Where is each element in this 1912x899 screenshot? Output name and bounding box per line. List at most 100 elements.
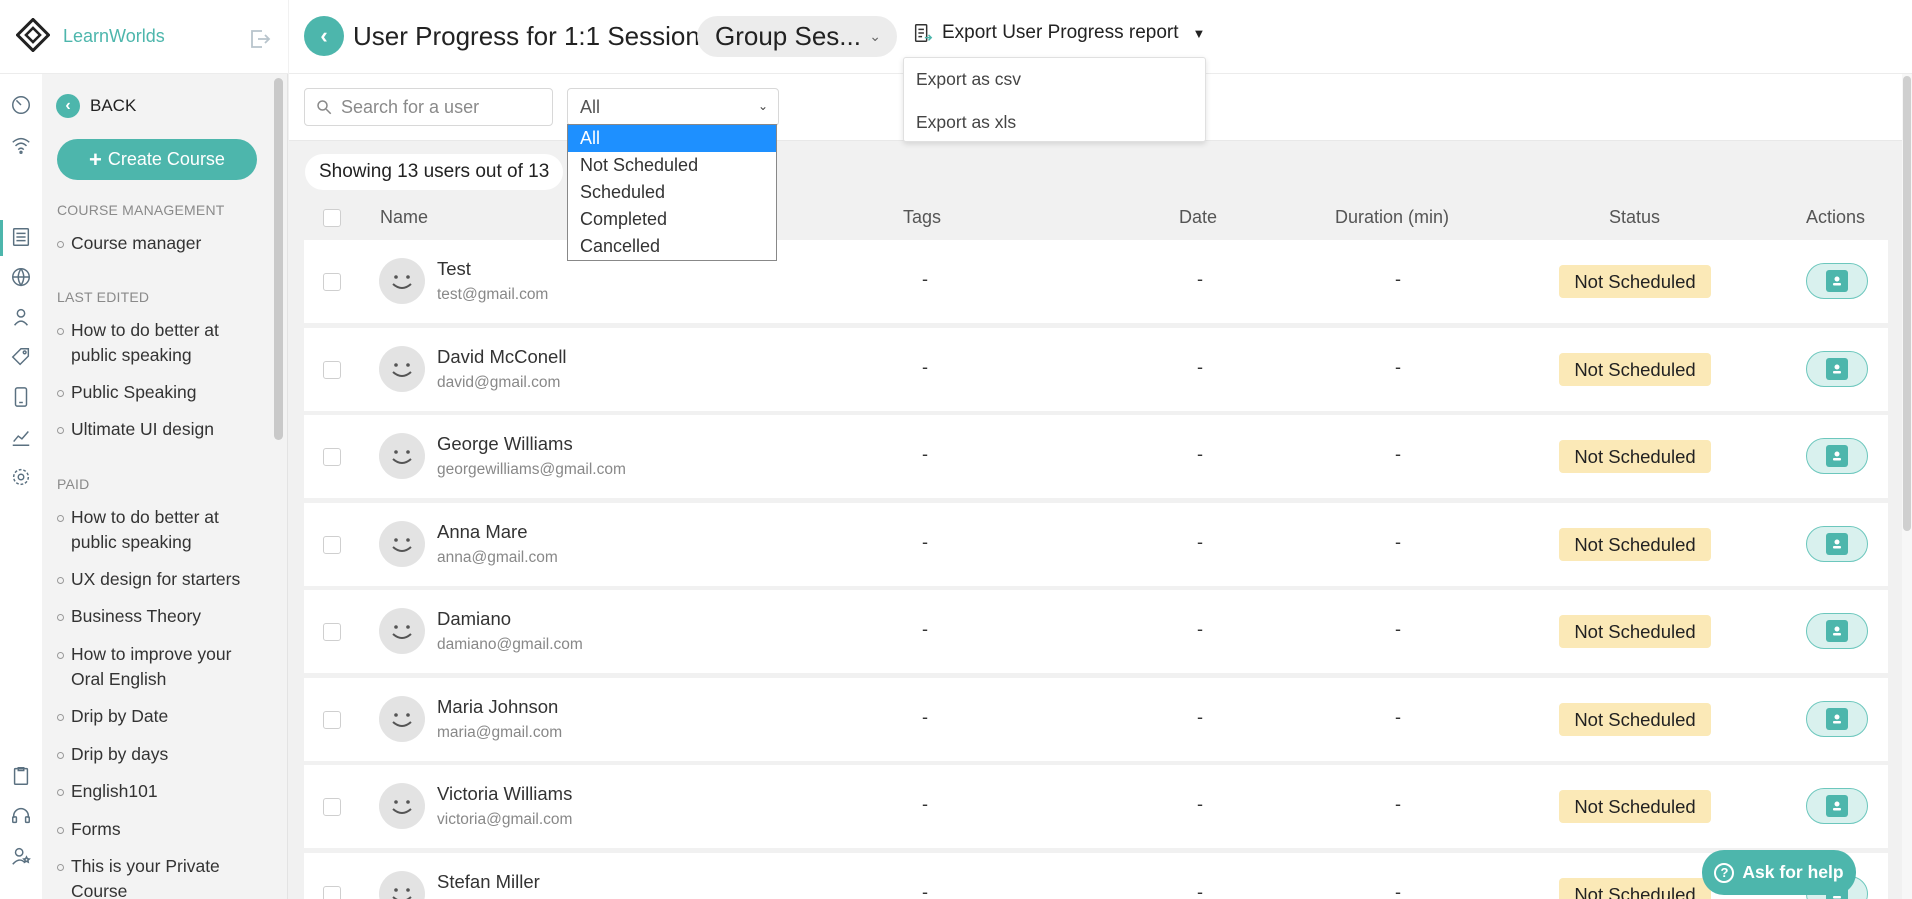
tag-icon[interactable]	[9, 345, 33, 369]
create-course-button[interactable]: + Create Course	[57, 139, 257, 180]
table-row[interactable]: Victoria Williams victoria@gmail.com - - - No…	[304, 765, 1888, 848]
status-filter-value: All	[580, 96, 601, 117]
row-checkbox[interactable]	[323, 711, 341, 729]
tags-cell: -	[922, 357, 928, 377]
export-csv-option[interactable]: Export as csv	[916, 69, 1021, 90]
sidebar-item-course[interactable]: This is your Private Course	[57, 854, 267, 899]
page-title: User Progress for 1:1 Session	[353, 21, 700, 51]
sidebar-item-course[interactable]: How to do better at public speaking	[57, 318, 267, 368]
table-row[interactable]: Anna Mare anna@gmail.com - - - Not Scheduled	[304, 503, 1888, 586]
status-option-cancelled[interactable]: Cancelled	[568, 233, 776, 260]
tags-cell: -	[922, 269, 928, 289]
globe-icon[interactable]	[9, 265, 33, 289]
table-row[interactable]: Stefan Miller - - - Not Scheduled	[304, 853, 1888, 899]
sidebar-item-course[interactable]: Drip by Date	[57, 704, 267, 729]
users-icon[interactable]	[9, 305, 33, 329]
user-name[interactable]: George Williams	[437, 433, 573, 455]
group-session-select[interactable]: Group Ses... ⌄	[697, 16, 897, 57]
gear-icon[interactable]	[9, 465, 33, 489]
column-duration[interactable]: Duration (min)	[1335, 207, 1449, 228]
column-date[interactable]: Date	[1179, 207, 1217, 228]
profile-card-icon	[1826, 795, 1848, 817]
table-row[interactable]: David McConell david@gmail.com - - - Not Sche…	[304, 328, 1888, 411]
view-progress-button[interactable]	[1806, 788, 1868, 824]
icon-rail	[0, 0, 42, 899]
row-checkbox[interactable]	[323, 623, 341, 641]
chart-icon[interactable]	[9, 425, 33, 449]
ask-for-help-button[interactable]: ? Ask for help	[1702, 850, 1856, 895]
status-badge: Not Scheduled	[1559, 440, 1711, 473]
export-xls-option[interactable]: Export as xls	[916, 112, 1016, 133]
sidebar-item-course-manager[interactable]: Course manager	[57, 231, 267, 256]
user-name[interactable]: Victoria Williams	[437, 783, 572, 805]
status-option-completed[interactable]: Completed	[568, 206, 776, 233]
headset-icon[interactable]	[9, 804, 33, 828]
column-name[interactable]: Name	[380, 207, 428, 228]
row-checkbox[interactable]	[323, 536, 341, 554]
status-option-scheduled[interactable]: Scheduled	[568, 179, 776, 206]
sidebar-item-course[interactable]: Forms	[57, 817, 267, 842]
wifi-icon[interactable]	[9, 133, 33, 157]
back-label: BACK	[90, 96, 137, 115]
column-tags[interactable]: Tags	[903, 207, 941, 228]
date-cell: -	[1197, 707, 1203, 727]
sidebar-item-course[interactable]: Ultimate UI design	[57, 417, 267, 442]
row-checkbox[interactable]	[323, 448, 341, 466]
sidebar-item-course[interactable]: How to do better at public speaking	[57, 505, 267, 555]
status-option-not-scheduled[interactable]: Not Scheduled	[568, 152, 776, 179]
user-name[interactable]: Maria Johnson	[437, 696, 558, 718]
user-name[interactable]: David McConell	[437, 346, 567, 368]
chevron-left-icon: ‹	[320, 23, 328, 48]
view-progress-button[interactable]	[1806, 613, 1868, 649]
status-badge: Not Scheduled	[1559, 353, 1711, 386]
row-checkbox[interactable]	[323, 273, 341, 291]
row-checkbox[interactable]	[323, 886, 341, 899]
logo-icon[interactable]	[15, 17, 51, 53]
table-row[interactable]: Damiano damiano@gmail.com - - - Not Scheduled	[304, 590, 1888, 673]
sidebar-item-course[interactable]: Public Speaking	[57, 380, 267, 405]
column-status[interactable]: Status	[1609, 207, 1660, 228]
user-name[interactable]: Stefan Miller	[437, 871, 540, 893]
export-report-button[interactable]: Export User Progress report ▼	[912, 22, 1205, 44]
user-name[interactable]: Anna Mare	[437, 521, 528, 543]
sidebar-item-course[interactable]: English101	[57, 779, 267, 804]
row-checkbox[interactable]	[323, 798, 341, 816]
star-user-icon[interactable]	[9, 844, 33, 868]
table-row[interactable]: George Williams georgewilliams@gmail.com -…	[304, 415, 1888, 498]
create-course-label: Create Course	[107, 149, 225, 169]
duration-cell: -	[1395, 619, 1401, 639]
main-scrollbar[interactable]	[1902, 74, 1912, 899]
smiley-avatar-icon	[392, 363, 412, 377]
sidebar-scrollbar[interactable]	[274, 78, 283, 440]
smiley-avatar-icon	[392, 538, 412, 552]
view-progress-button[interactable]	[1806, 701, 1868, 737]
status-option-all[interactable]: All	[568, 125, 776, 152]
user-name[interactable]: Damiano	[437, 608, 511, 630]
sidebar-item-course[interactable]: UX design for starters	[57, 567, 267, 592]
date-cell: -	[1197, 882, 1203, 899]
table-row[interactable]: Maria Johnson maria@gmail.com - - - Not Sched…	[304, 678, 1888, 761]
speedometer-icon[interactable]	[9, 93, 33, 117]
view-progress-button[interactable]	[1806, 526, 1868, 562]
clipboard-icon[interactable]	[9, 764, 33, 788]
view-progress-button[interactable]	[1806, 263, 1868, 299]
back-button[interactable]: ‹ BACK	[56, 94, 136, 118]
search-input[interactable]	[341, 96, 541, 118]
header-back-button[interactable]: ‹	[304, 16, 344, 56]
table-row[interactable]: Test test@gmail.com - - - Not Scheduled	[304, 240, 1888, 323]
select-all-checkbox[interactable]	[323, 209, 341, 227]
courses-icon[interactable]	[9, 225, 33, 249]
status-filter-select[interactable]: All ⌄	[567, 88, 779, 126]
user-email: victoria@gmail.com	[437, 811, 573, 828]
sidebar-item-course[interactable]: Business Theory	[57, 604, 267, 629]
view-progress-button[interactable]	[1806, 351, 1868, 387]
view-progress-button[interactable]	[1806, 438, 1868, 474]
user-name[interactable]: Test	[437, 258, 471, 280]
main-scrollbar-thumb[interactable]	[1903, 76, 1911, 531]
mobile-icon[interactable]	[9, 385, 33, 409]
table-header: Name Tags Date Duration (min) Status Act…	[304, 203, 1888, 233]
row-checkbox[interactable]	[323, 361, 341, 379]
sidebar-item-course[interactable]: How to improve your Oral English	[57, 642, 267, 692]
sidebar-item-course[interactable]: Drip by days	[57, 742, 267, 767]
logout-icon[interactable]	[248, 27, 272, 51]
